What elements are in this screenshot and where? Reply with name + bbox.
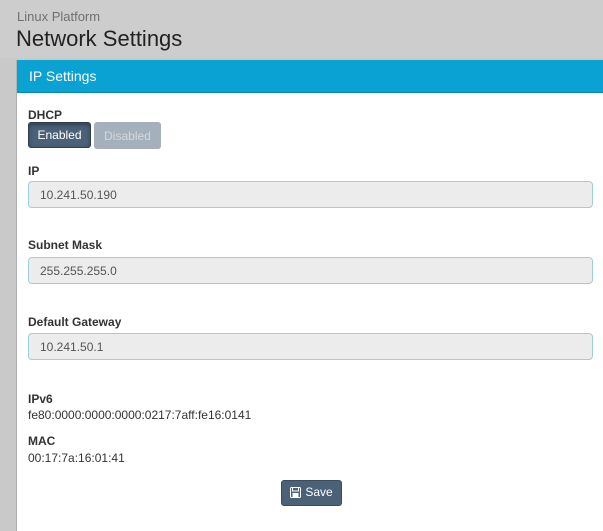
ipv6-value: fe80:0000:0000:0000:0217:7aff:fe16:0141	[28, 408, 252, 422]
platform-subtitle: Linux Platform	[17, 9, 101, 24]
floppy-disk-icon	[290, 487, 302, 501]
save-button-label: Save	[305, 485, 333, 499]
dhcp-label: DHCP	[28, 108, 63, 122]
ip-input[interactable]	[28, 181, 593, 208]
page-title: Network Settings	[16, 26, 183, 51]
save-button[interactable]: Save	[281, 480, 342, 506]
ip-settings-panel: IP Settings DHCP Enabled Disabled IP Sub…	[16, 60, 603, 531]
mac-label: MAC	[28, 434, 56, 448]
dhcp-enabled-button[interactable]: Enabled	[28, 122, 91, 148]
page-header: Linux Platform Network Settings	[0, 0, 603, 58]
mac-value: 00:17:7a:16:01:41	[28, 451, 125, 465]
ipv6-label: IPv6	[28, 392, 53, 406]
default-gateway-label: Default Gateway	[28, 315, 122, 329]
default-gateway-input[interactable]	[28, 333, 593, 360]
panel-heading: IP Settings	[17, 60, 603, 93]
dhcp-disabled-button[interactable]: Disabled	[94, 122, 161, 149]
subnet-mask-label: Subnet Mask	[28, 238, 103, 252]
subnet-mask-input[interactable]	[28, 257, 593, 284]
panel-title: IP Settings	[29, 68, 97, 84]
ip-label: IP	[28, 164, 40, 178]
